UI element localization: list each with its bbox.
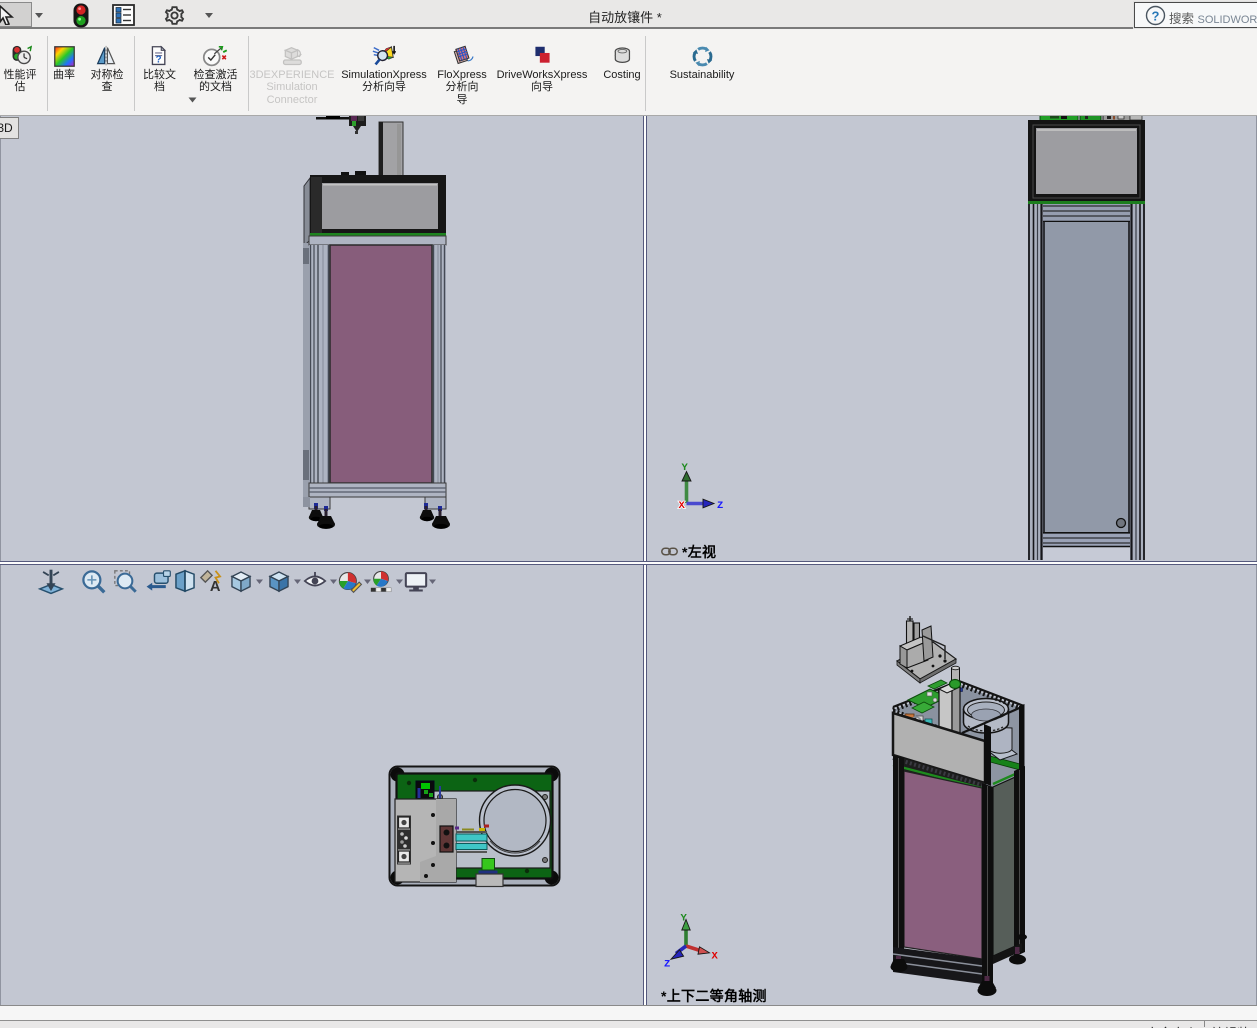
svg-text:Z: Z [717,500,723,512]
svg-text:A: A [210,579,221,595]
svg-text:Z: Z [664,959,670,971]
svg-text:X: X [679,500,686,512]
svg-text:Y: Y [682,462,689,474]
svg-text:?: ? [1152,9,1160,24]
svg-text:?: ? [156,55,162,66]
svg-text:X: X [712,951,719,963]
